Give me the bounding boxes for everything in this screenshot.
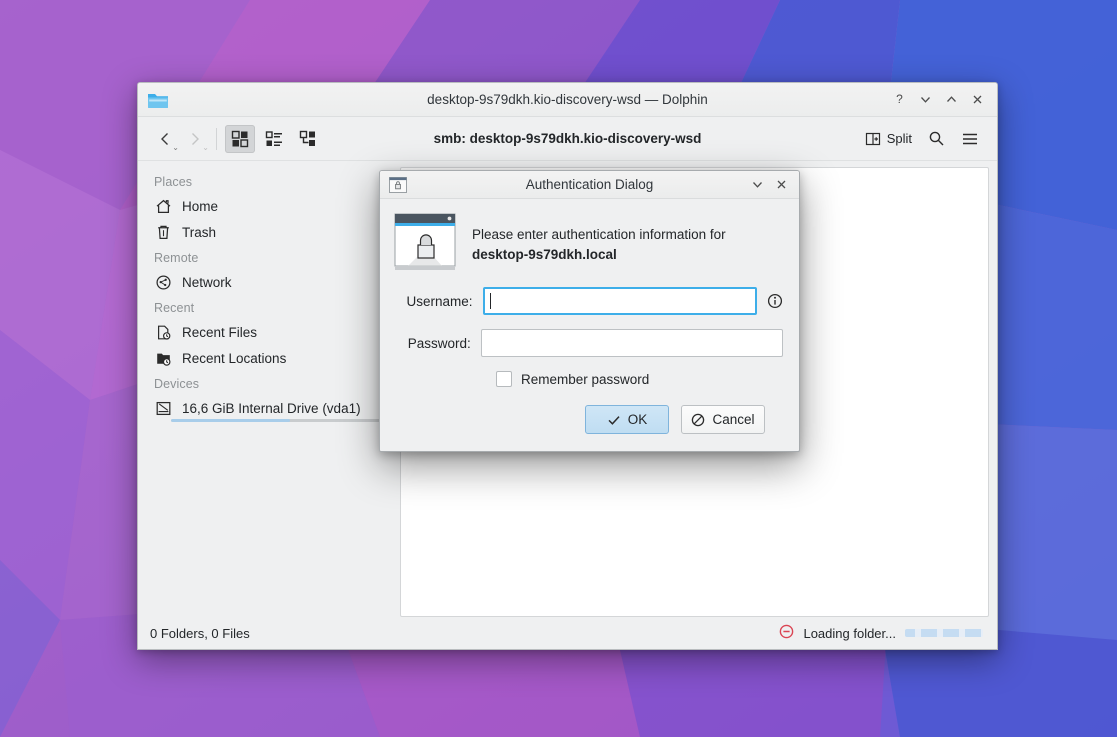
lock-window-icon <box>389 176 407 193</box>
svg-text:?: ? <box>896 93 903 106</box>
toolbar-right-actions: Split <box>859 126 985 151</box>
sidebar-item-trash[interactable]: Trash <box>138 219 400 245</box>
dialog-minimize-button[interactable] <box>745 173 769 197</box>
ok-button-label: OK <box>627 412 648 427</box>
dialog-message: Please enter authentication information … <box>472 213 726 265</box>
network-icon <box>154 273 172 291</box>
forward-button[interactable]: ⌄ <box>180 125 210 153</box>
main-toolbar: ⌄ ⌄ smb: desktop-9s79dkh.kio-discovery-w… <box>138 117 997 161</box>
sidebar-item-network[interactable]: Network <box>138 269 400 295</box>
dialog-titlebar[interactable]: Authentication Dialog <box>380 171 799 199</box>
back-button[interactable]: ⌄ <box>150 125 180 153</box>
sidebar-item-internal-drive[interactable]: 16,6 GiB Internal Drive (vda1) <box>138 395 400 422</box>
username-row: Username: <box>394 287 783 315</box>
dialog-body: Please enter authentication information … <box>380 199 799 451</box>
text-cursor <box>489 293 491 309</box>
search-button[interactable] <box>922 126 951 151</box>
progress-bar <box>905 629 983 637</box>
remember-password-checkbox[interactable] <box>496 371 512 387</box>
cancel-icon <box>692 413 705 426</box>
sidebar-item-recent-files[interactable]: Recent Files <box>138 319 400 345</box>
dialog-title: Authentication Dialog <box>525 177 654 192</box>
trash-icon <box>154 223 172 241</box>
close-button[interactable] <box>965 88 989 112</box>
split-button[interactable]: Split <box>859 127 918 151</box>
window-title: desktop-9s79dkh.kio-discovery-wsd — Dolp… <box>427 92 708 107</box>
home-icon <box>154 197 172 215</box>
ok-button[interactable]: OK <box>585 405 669 434</box>
sidebar-item-label: Trash <box>182 224 217 240</box>
search-icon <box>929 131 944 146</box>
password-input[interactable] <box>480 329 783 357</box>
maximize-button[interactable] <box>939 88 963 112</box>
harddisk-icon <box>154 399 172 417</box>
sidebar-item-label: Recent Locations <box>182 350 287 366</box>
view-mode-icons-button[interactable] <box>225 124 255 153</box>
cancel-button-label: Cancel <box>712 412 755 427</box>
window-controls: ? <box>887 88 997 112</box>
device-capacity-bar <box>171 419 388 422</box>
sidebar-item-label: Network <box>182 274 232 290</box>
password-label: Password: <box>407 335 471 351</box>
sidebar-item-label: 16,6 GiB Internal Drive (vda1) <box>182 400 361 416</box>
stop-loading-icon[interactable] <box>779 624 794 642</box>
dialog-message-host: desktop-9s79dkh.local <box>472 247 617 262</box>
authentication-dialog: Authentication Dialog Please enter authe… <box>379 170 800 452</box>
dialog-close-button[interactable] <box>769 173 793 197</box>
remote-group-title: Remote <box>154 251 199 265</box>
toolbar-separator <box>216 127 217 150</box>
sidebar-item-recent-locations[interactable]: Recent Locations <box>138 345 400 371</box>
dialog-window-controls <box>745 173 799 197</box>
forward-dropdown-caret[interactable]: ⌄ <box>202 143 209 152</box>
desktop-background: desktop-9s79dkh.kio-discovery-wsd — Dolp… <box>0 0 1117 737</box>
username-input[interactable] <box>482 287 757 315</box>
split-button-label: Split <box>886 131 912 146</box>
places-group-title: Places <box>154 175 193 189</box>
recent-file-icon <box>154 323 172 341</box>
window-titlebar[interactable]: desktop-9s79dkh.kio-discovery-wsd — Dolp… <box>138 83 997 117</box>
help-button[interactable]: ? <box>887 88 911 112</box>
progress-label: Loading folder... <box>803 625 896 641</box>
view-mode-details-button[interactable] <box>293 125 323 153</box>
remember-password-row[interactable]: Remember password <box>394 371 783 387</box>
item-count-label: 0 Folders, 0 Files <box>150 625 250 641</box>
dialog-password-icon <box>394 213 456 270</box>
folder-icon <box>148 93 168 108</box>
password-row: Password: <box>394 329 783 357</box>
cancel-button[interactable]: Cancel <box>681 405 765 434</box>
sidebar-item-label: Recent Files <box>182 324 258 340</box>
info-icon[interactable] <box>767 293 783 309</box>
places-panel: Places Home Trash Remote Network Recent … <box>138 161 400 617</box>
recent-folder-icon <box>154 349 172 367</box>
recent-group-title: Recent <box>154 301 195 315</box>
sidebar-item-label: Home <box>182 198 219 214</box>
split-icon <box>865 132 880 145</box>
username-label: Username: <box>406 293 473 309</box>
dialog-message-row: Please enter authentication information … <box>394 213 783 273</box>
menu-button[interactable] <box>955 127 985 151</box>
back-dropdown-caret[interactable]: ⌄ <box>172 143 179 152</box>
minimize-button[interactable] <box>913 88 937 112</box>
dialog-message-line1: Please enter authentication information … <box>472 227 726 242</box>
remember-password-label: Remember password <box>521 371 650 387</box>
status-progress-area: Loading folder... <box>779 624 983 642</box>
devices-group-title: Devices <box>154 377 200 391</box>
checkmark-icon <box>608 415 620 425</box>
status-bar: 0 Folders, 0 Files Loading folder... <box>138 617 997 649</box>
view-mode-compact-button[interactable] <box>259 125 289 153</box>
dialog-button-row: OK Cancel <box>394 387 783 434</box>
hamburger-menu-icon <box>963 133 977 144</box>
sidebar-item-home[interactable]: Home <box>138 193 400 219</box>
